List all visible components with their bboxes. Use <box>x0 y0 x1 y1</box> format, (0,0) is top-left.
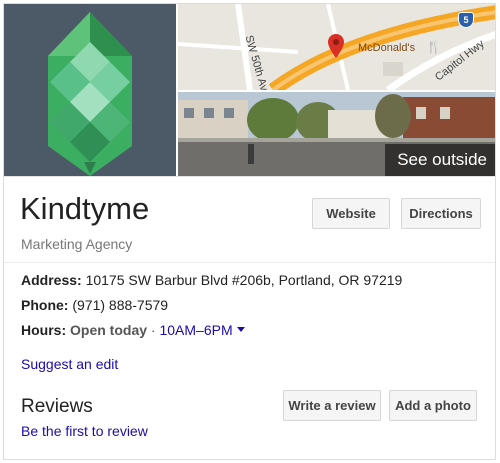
knowledge-panel: SW 50th Ave McDonald's 🍴 Capitol Hwy 5 S… <box>3 3 496 460</box>
address-value: 10175 SW Barbur Blvd #206b, Portland, OR… <box>85 272 403 288</box>
business-header: Kindtyme Marketing Agency Website Direct… <box>4 176 495 262</box>
reviews-title: Reviews <box>21 396 93 417</box>
map-pin-icon <box>328 34 344 58</box>
phone-value[interactable]: (971) 888-7579 <box>72 297 168 313</box>
see-outside-button[interactable]: See outside <box>385 144 495 176</box>
first-review-link[interactable]: Be the first to review <box>21 423 148 439</box>
chevron-down-icon <box>236 326 245 332</box>
write-review-button[interactable]: Write a review <box>283 390 381 421</box>
hours-row: Hours: Open today · 10AM–6PM <box>21 322 245 338</box>
fork-knife-icon: 🍴 <box>426 40 441 54</box>
section-divider <box>4 262 495 263</box>
leaf-logo-icon <box>48 12 132 176</box>
map-poi-label: McDonald's <box>358 42 416 54</box>
business-category: Marketing Agency <box>21 236 133 252</box>
map-thumbnail[interactable]: SW 50th Ave McDonald's 🍴 Capitol Hwy 5 <box>178 4 495 90</box>
hours-range: 10AM–6PM <box>159 322 233 338</box>
hours-dropdown[interactable]: 10AM–6PM <box>159 322 245 338</box>
directions-button[interactable]: Directions <box>401 198 481 229</box>
phone-label: Phone: <box>21 297 69 313</box>
add-photo-button[interactable]: Add a photo <box>389 390 477 421</box>
street-view-photo[interactable]: See outside <box>178 92 495 176</box>
address-label: Address: <box>21 272 82 288</box>
business-name: Kindtyme <box>20 191 150 226</box>
phone-row: Phone: (971) 888-7579 <box>21 297 168 313</box>
address-row: Address: 10175 SW Barbur Blvd #206b, Por… <box>21 272 402 288</box>
website-button[interactable]: Website <box>312 198 390 229</box>
business-logo[interactable] <box>4 4 176 176</box>
hours-status: Open today <box>70 322 148 338</box>
hours-label: Hours: <box>21 322 67 338</box>
suggest-edit-link[interactable]: Suggest an edit <box>21 356 118 372</box>
highway-shield-icon: 5 <box>458 12 474 28</box>
hours-separator: · <box>150 322 156 338</box>
